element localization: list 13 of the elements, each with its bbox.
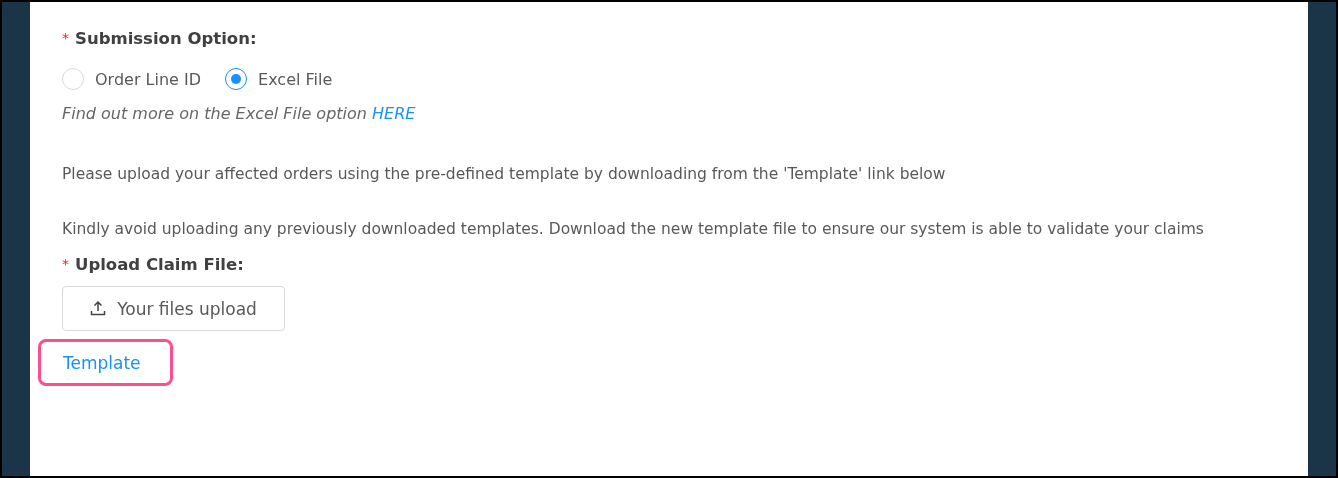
radio-option[interactable]: Order Line ID [62, 68, 202, 90]
instruction-text: Please upload your affected orders using the pre-defined template by downloading from the 'Template' link below [62, 164, 947, 185]
radio-label: Excel File [258, 69, 333, 89]
upload-button[interactable]: Your files upload [62, 286, 285, 331]
field-label: Submission Option: [75, 28, 257, 48]
required-mark: * [62, 256, 69, 272]
field-label: Upload Claim File: [75, 254, 244, 274]
radio-option[interactable]: Excel File [225, 68, 333, 90]
instruction-text: Kindly avoid uploading any previously downloaded templates. Download the new template file to ensure our system is able to validate your claims [62, 219, 1205, 240]
radio-label: Order Line ID [95, 69, 202, 89]
help-text: Find out more on the Excel File option HERE [62, 104, 417, 123]
upload-icon [90, 301, 107, 316]
required-mark: * [62, 30, 69, 46]
